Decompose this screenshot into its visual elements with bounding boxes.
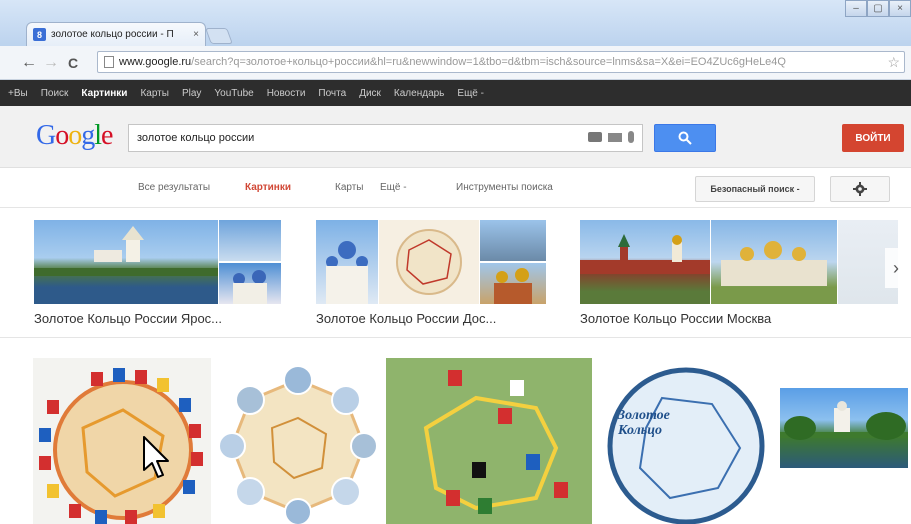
browser-titlebar: 8 золотое кольцо россии - П × – ▢ × — [0, 0, 911, 46]
map-title-line-2: Кольцо — [618, 423, 662, 438]
related-image-2-left[interactable] — [316, 220, 378, 304]
bookmark-star-icon[interactable]: ☆ — [887, 54, 900, 71]
signin-button[interactable]: ВОЙТИ — [842, 124, 904, 152]
photo-ring-map-icon — [218, 365, 378, 524]
tab-maps[interactable]: Карты — [335, 182, 364, 193]
magnifier-icon — [678, 131, 692, 145]
gbar-item-news[interactable]: Новости — [267, 88, 306, 99]
result-image-4[interactable]: Золотое Кольцо — [600, 358, 772, 524]
gbar-item-images[interactable]: Картинки — [81, 88, 127, 99]
gbar-item-play[interactable]: Play — [182, 88, 201, 99]
url-path: /search?q=золотое+кольцо+россии&hl=ru&ne… — [191, 56, 786, 68]
search-button[interactable] — [654, 124, 716, 152]
result-image-5[interactable] — [780, 388, 908, 468]
url-host: www.google.ru — [119, 56, 192, 68]
tab-close-icon[interactable]: × — [193, 29, 199, 40]
keyboard-icon[interactable] — [608, 132, 622, 142]
search-input[interactable]: золотое кольцо россии — [128, 124, 643, 152]
maximize-button[interactable]: ▢ — [867, 0, 889, 17]
related-caption-3[interactable]: Золотое Кольцо России Москва — [580, 311, 771, 326]
search-header: Google золотое кольцо россии ВОЙТИ — [0, 106, 911, 168]
circle-route-map-icon — [607, 367, 765, 524]
tab-more[interactable]: Ещё - — [380, 182, 407, 193]
page-icon — [104, 56, 114, 68]
tab-all-results[interactable]: Все результаты — [138, 182, 210, 193]
gbar-item-calendar[interactable]: Календарь — [394, 88, 444, 99]
tab-images[interactable]: Картинки — [245, 182, 291, 193]
tab-title: золотое кольцо россии - П — [51, 29, 174, 40]
church-lake-icon — [780, 401, 908, 440]
address-bar[interactable]: www.google.ru/search?q=золотое+кольцо+ро… — [97, 51, 905, 73]
result-image-1[interactable] — [33, 358, 211, 524]
onion-domes-icon — [233, 270, 267, 304]
green-route-map-icon — [386, 358, 592, 524]
related-image-1-top[interactable] — [219, 220, 281, 261]
close-window-button[interactable]: × — [889, 0, 911, 17]
gbar-item-search[interactable]: Поиск — [41, 88, 69, 99]
cathedral-icon — [326, 241, 368, 304]
gbar-item-maps[interactable]: Карты — [140, 88, 169, 99]
map-title-line-1: Золотое — [618, 408, 670, 423]
gbar-item-more[interactable]: Ещё - — [457, 88, 484, 99]
search-tabs: Все результаты Картинки Карты Ещё - Инст… — [0, 168, 911, 208]
related-image-2-map[interactable] — [379, 220, 479, 304]
result-image-2[interactable] — [218, 358, 378, 524]
gbar-item-youtube[interactable]: YouTube — [214, 88, 253, 99]
search-query: золотое кольцо россии — [137, 132, 255, 144]
minimize-button[interactable]: – — [845, 0, 867, 17]
google-logo[interactable]: Google — [36, 120, 113, 152]
tab-search-tools[interactable]: Инструменты поиска — [456, 182, 553, 193]
landscape-church-icon — [34, 226, 218, 276]
browser-toolbar: ← → C www.google.ru/search?q=золотое+кол… — [0, 46, 911, 80]
settings-button[interactable] — [830, 176, 890, 202]
window-controls: – ▢ × — [845, 0, 911, 17]
related-image-2-bottom[interactable] — [480, 263, 546, 304]
related-image-1-bottom[interactable] — [219, 263, 281, 304]
related-image-3-main[interactable] — [580, 220, 710, 304]
new-tab-button[interactable] — [205, 28, 233, 44]
gear-icon — [853, 182, 867, 196]
related-caption-1[interactable]: Золотое Кольцо России Ярос... — [34, 311, 222, 326]
result-image-3[interactable] — [386, 358, 592, 524]
camera-icon[interactable] — [588, 132, 602, 142]
gbar-item-mail[interactable]: Почта — [318, 88, 346, 99]
related-caption-2[interactable]: Золотое Кольцо России Дос... — [316, 311, 496, 326]
reload-button[interactable]: C — [62, 55, 84, 71]
microphone-icon[interactable] — [628, 131, 634, 143]
gbar-item-plus[interactable]: +Вы — [8, 88, 28, 99]
ring-map-icon — [396, 229, 462, 295]
safe-search-dropdown[interactable]: Безопасный поиск - — [695, 176, 815, 202]
kremlin-wall-icon — [580, 234, 710, 274]
related-image-1-main[interactable] — [34, 220, 218, 304]
chevron-right-icon[interactable]: › — [885, 248, 907, 288]
coat-of-arms-map-icon — [39, 368, 203, 524]
image-results: Золотое Кольцо — [0, 338, 911, 524]
related-searches: Золотое Кольцо России Ярос... Золотое Ко… — [0, 208, 911, 338]
back-button[interactable]: ← — [18, 54, 40, 72]
gbar-item-drive[interactable]: Диск — [359, 88, 381, 99]
google-favicon-icon: 8 — [33, 28, 46, 41]
mouse-cursor-icon — [143, 436, 169, 478]
google-bar: +Вы Поиск Картинки Карты Play YouTube Но… — [0, 80, 911, 106]
forward-button[interactable]: → — [40, 54, 62, 72]
monastery-icon — [721, 241, 827, 286]
browser-tab[interactable]: 8 золотое кольцо россии - П × — [26, 22, 206, 46]
domes-icon — [494, 268, 532, 304]
related-image-3-second[interactable] — [711, 220, 837, 304]
related-image-2-top[interactable] — [480, 220, 546, 261]
